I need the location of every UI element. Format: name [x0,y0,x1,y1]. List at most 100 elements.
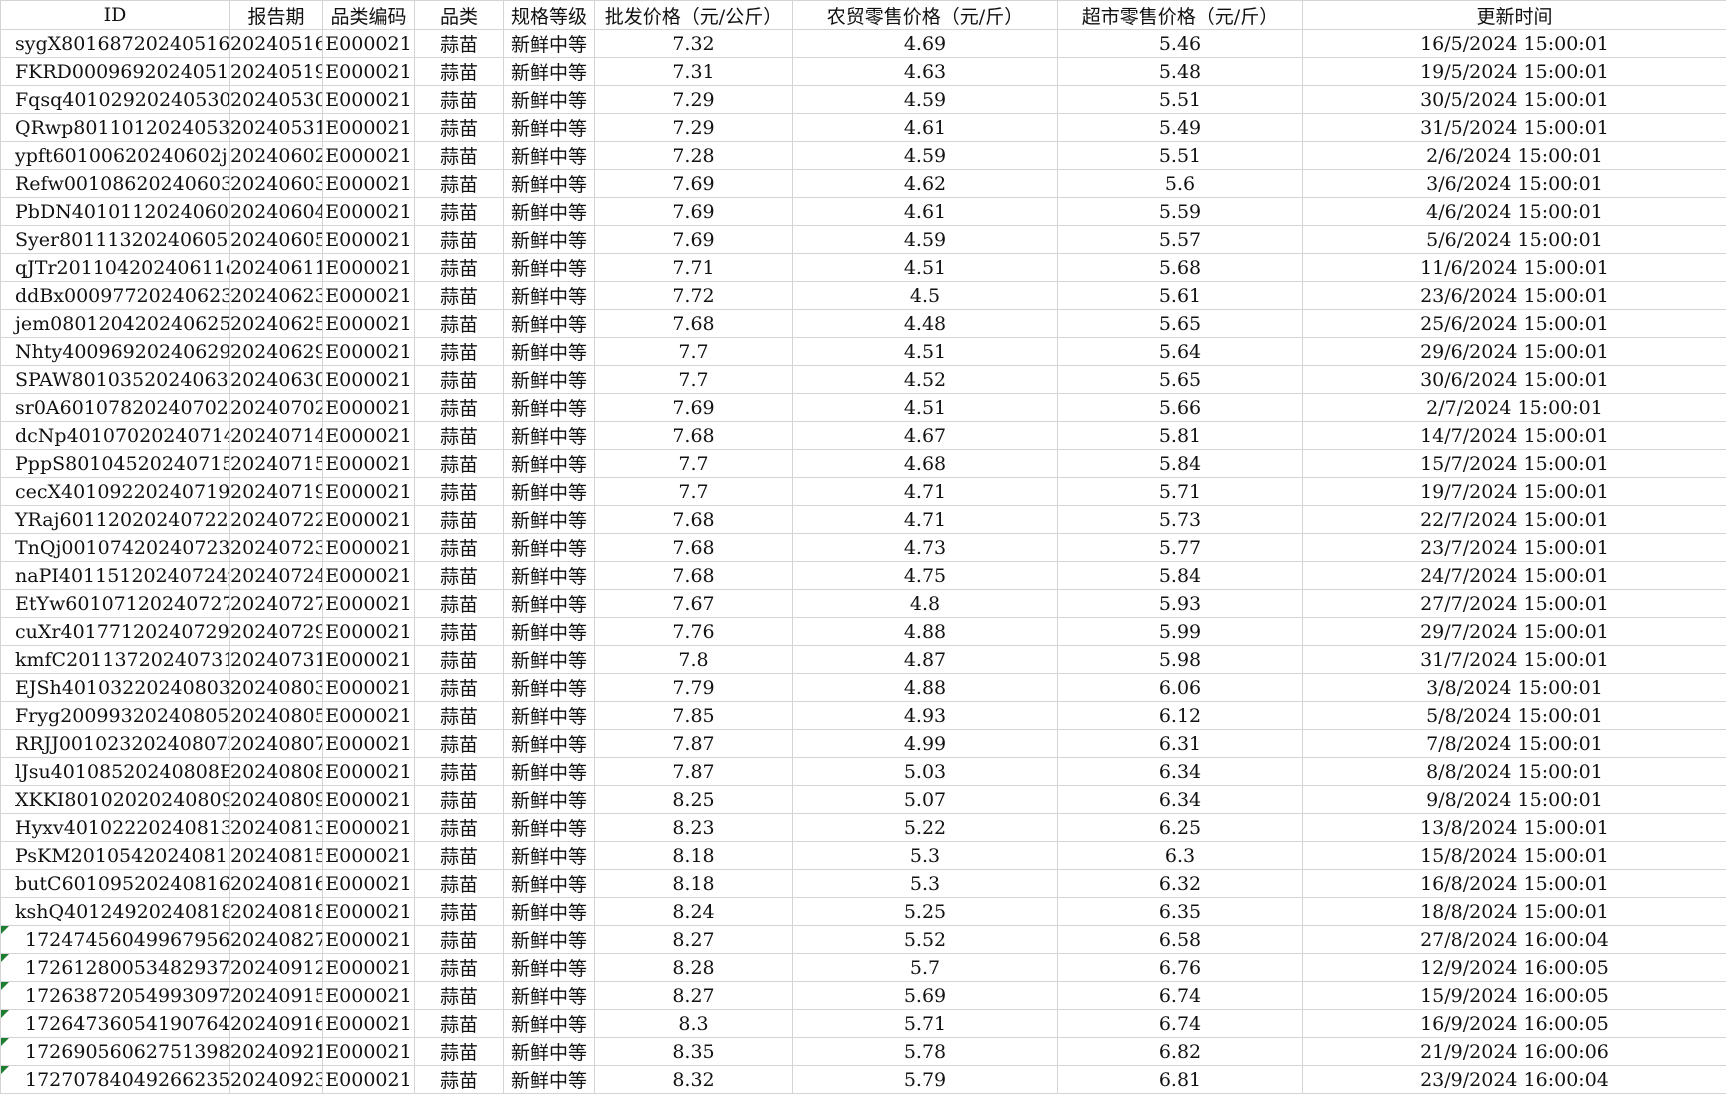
cell-farm-market-price[interactable]: 4.69 [793,30,1058,58]
cell-id[interactable]: 172707840492662354 [1,1066,230,1094]
cell-id[interactable]: RRJJ00102320240807XC [1,730,230,758]
cell-category-code[interactable]: E000021 [323,898,415,926]
cell-update-time[interactable]: 13/8/2024 15:00:01 [1303,814,1726,842]
cell-report-period[interactable]: 20240611 [230,254,323,282]
cell-update-time[interactable]: 12/9/2024 16:00:05 [1303,954,1726,982]
cell-category[interactable]: 蒜苗 [415,674,504,702]
cell-farm-market-price[interactable]: 5.25 [793,898,1058,926]
cell-category-code[interactable]: E000021 [323,562,415,590]
cell-report-period[interactable]: 20240702 [230,394,323,422]
cell-category-code[interactable]: E000021 [323,1010,415,1038]
cell-update-time[interactable]: 19/7/2024 15:00:01 [1303,478,1726,506]
cell-category[interactable]: 蒜苗 [415,590,504,618]
cell-farm-market-price[interactable]: 4.75 [793,562,1058,590]
cell-category[interactable]: 蒜苗 [415,142,504,170]
cell-category[interactable]: 蒜苗 [415,422,504,450]
cell-farm-market-price[interactable]: 4.99 [793,730,1058,758]
cell-update-time[interactable]: 15/8/2024 15:00:01 [1303,842,1726,870]
cell-farm-market-price[interactable]: 4.59 [793,142,1058,170]
cell-report-period[interactable]: 20240625 [230,310,323,338]
cell-report-period[interactable]: 20240808 [230,758,323,786]
cell-category[interactable]: 蒜苗 [415,254,504,282]
column-header-grade[interactable]: 规格等级 [504,1,595,30]
cell-id[interactable]: Fqsq40102920240530rb [1,86,230,114]
column-header-report-period[interactable]: 报告期 [230,1,323,30]
cell-id[interactable]: Hyxv40102220240813Wj [1,814,230,842]
cell-id[interactable]: lJsu40108520240808Eg [1,758,230,786]
cell-category[interactable]: 蒜苗 [415,562,504,590]
column-header-update-time[interactable]: 更新时间 [1303,1,1726,30]
cell-id[interactable]: PppS80104520240715HH [1,450,230,478]
cell-update-time[interactable]: 4/6/2024 15:00:01 [1303,198,1726,226]
cell-farm-market-price[interactable]: 4.71 [793,478,1058,506]
cell-update-time[interactable]: 11/6/2024 15:00:01 [1303,254,1726,282]
cell-wholesale-price[interactable]: 7.68 [595,310,793,338]
cell-farm-market-price[interactable]: 4.87 [793,646,1058,674]
cell-category[interactable]: 蒜苗 [415,646,504,674]
cell-update-time[interactable]: 27/8/2024 16:00:04 [1303,926,1726,954]
cell-farm-market-price[interactable]: 4.93 [793,702,1058,730]
cell-supermarket-price[interactable]: 5.64 [1058,338,1303,366]
column-header-wholesale-price[interactable]: 批发价格（元/公斤） [595,1,793,30]
cell-category[interactable]: 蒜苗 [415,30,504,58]
cell-category[interactable]: 蒜苗 [415,198,504,226]
cell-report-period[interactable]: 20240719 [230,478,323,506]
cell-supermarket-price[interactable]: 6.74 [1058,1010,1303,1038]
cell-update-time[interactable]: 5/6/2024 15:00:01 [1303,226,1726,254]
cell-category-code[interactable]: E000021 [323,590,415,618]
cell-grade[interactable]: 新鲜中等 [504,926,595,954]
cell-grade[interactable]: 新鲜中等 [504,1010,595,1038]
cell-id[interactable]: PsKM20105420240815hd [1,842,230,870]
cell-category-code[interactable]: E000021 [323,310,415,338]
cell-farm-market-price[interactable]: 4.63 [793,58,1058,86]
cell-grade[interactable]: 新鲜中等 [504,618,595,646]
cell-farm-market-price[interactable]: 4.51 [793,254,1058,282]
cell-supermarket-price[interactable]: 6.76 [1058,954,1303,982]
cell-category-code[interactable]: E000021 [323,814,415,842]
cell-report-period[interactable]: 20240623 [230,282,323,310]
cell-category-code[interactable]: E000021 [323,170,415,198]
cell-grade[interactable]: 新鲜中等 [504,254,595,282]
cell-farm-market-price[interactable]: 5.7 [793,954,1058,982]
cell-report-period[interactable]: 20240731 [230,646,323,674]
cell-farm-market-price[interactable]: 5.78 [793,1038,1058,1066]
cell-supermarket-price[interactable]: 6.74 [1058,982,1303,1010]
cell-category[interactable]: 蒜苗 [415,366,504,394]
cell-report-period[interactable]: 20240714 [230,422,323,450]
cell-category-code[interactable]: E000021 [323,758,415,786]
cell-id[interactable]: XKKI80102020240809RD [1,786,230,814]
cell-grade[interactable]: 新鲜中等 [504,982,595,1010]
cell-farm-market-price[interactable]: 4.59 [793,226,1058,254]
cell-id[interactable]: sygX80168720240516Ea [1,30,230,58]
cell-supermarket-price[interactable]: 6.34 [1058,758,1303,786]
cell-category[interactable]: 蒜苗 [415,758,504,786]
cell-report-period[interactable]: 20240729 [230,618,323,646]
cell-wholesale-price[interactable]: 8.27 [595,926,793,954]
cell-farm-market-price[interactable]: 4.61 [793,114,1058,142]
cell-report-period[interactable]: 20240519 [230,58,323,86]
cell-report-period[interactable]: 20240722 [230,506,323,534]
cell-id[interactable]: QRwp80110120240531vQ [1,114,230,142]
cell-supermarket-price[interactable]: 6.06 [1058,674,1303,702]
cell-wholesale-price[interactable]: 8.25 [595,786,793,814]
cell-wholesale-price[interactable]: 7.7 [595,366,793,394]
cell-grade[interactable]: 新鲜中等 [504,814,595,842]
cell-supermarket-price[interactable]: 5.48 [1058,58,1303,86]
cell-category[interactable]: 蒜苗 [415,898,504,926]
cell-id[interactable]: YRaj60112020240722ly [1,506,230,534]
cell-category[interactable]: 蒜苗 [415,534,504,562]
cell-category-code[interactable]: E000021 [323,982,415,1010]
cell-category-code[interactable]: E000021 [323,842,415,870]
cell-farm-market-price[interactable]: 4.88 [793,674,1058,702]
cell-farm-market-price[interactable]: 5.3 [793,870,1058,898]
cell-update-time[interactable]: 30/6/2024 15:00:01 [1303,366,1726,394]
cell-report-period[interactable]: 20240803 [230,674,323,702]
cell-id[interactable]: Nhty40096920240629Ja [1,338,230,366]
cell-id[interactable]: Syer80111320240605QS [1,226,230,254]
cell-update-time[interactable]: 16/8/2024 15:00:01 [1303,870,1726,898]
cell-id[interactable]: SPAW80103520240630NA [1,366,230,394]
cell-category[interactable]: 蒜苗 [415,114,504,142]
cell-farm-market-price[interactable]: 5.3 [793,842,1058,870]
cell-wholesale-price[interactable]: 8.32 [595,1066,793,1094]
cell-grade[interactable]: 新鲜中等 [504,30,595,58]
